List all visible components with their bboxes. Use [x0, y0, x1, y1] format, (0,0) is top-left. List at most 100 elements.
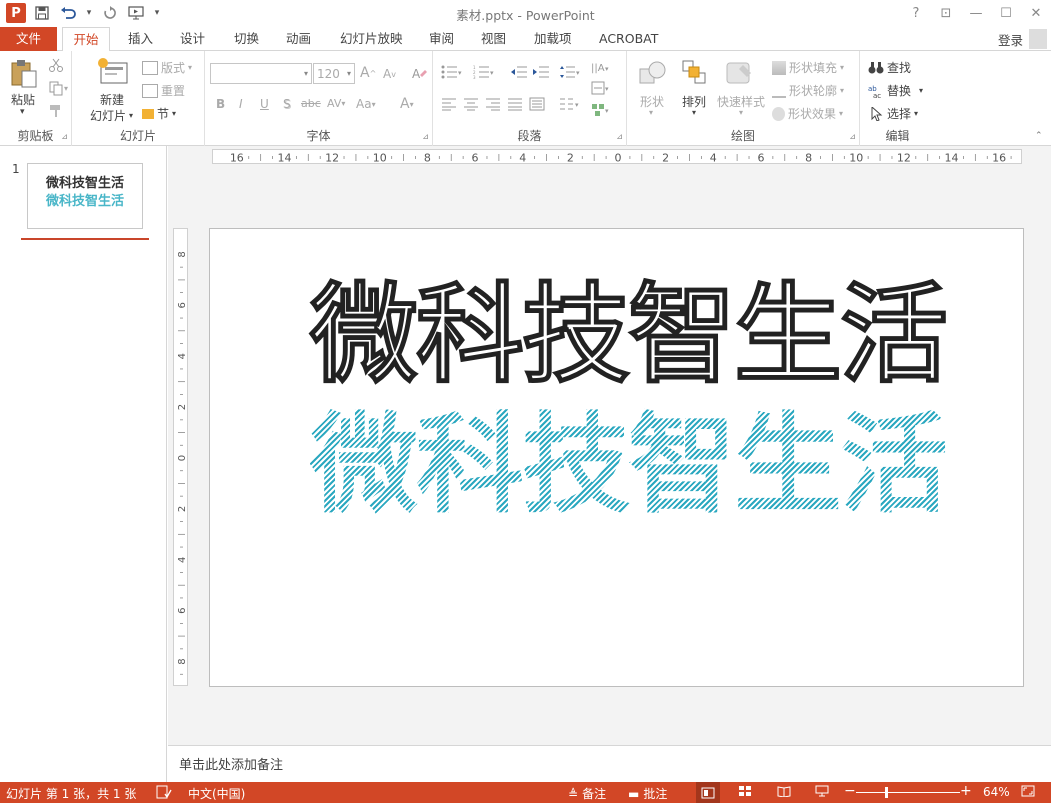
- convert-to-smartart-icon[interactable]: ▾: [591, 103, 611, 117]
- find-button[interactable]: 查找: [868, 59, 911, 76]
- font-name-combobox[interactable]: ▾: [210, 63, 312, 84]
- text-direction-icon[interactable]: ||A ▾: [591, 59, 611, 75]
- avatar[interactable]: [1029, 29, 1047, 49]
- select-button[interactable]: 选择 ▾: [868, 105, 918, 122]
- strikethrough-button[interactable]: abc: [301, 97, 321, 110]
- tab-addins[interactable]: 加载项: [526, 27, 580, 51]
- decrease-indent-icon[interactable]: [511, 65, 527, 79]
- collapse-ribbon-icon[interactable]: ⌃: [1035, 131, 1043, 141]
- layout-button[interactable]: 版式 ▾: [142, 59, 192, 76]
- close-icon[interactable]: ✕: [1021, 0, 1051, 27]
- shape-fill-button[interactable]: 形状填充 ▾: [772, 59, 844, 76]
- tab-slideshow[interactable]: 幻灯片放映: [332, 27, 411, 51]
- text-shadow-button[interactable]: S: [283, 97, 291, 111]
- align-text-icon[interactable]: ▾: [591, 81, 611, 95]
- group-clipboard: 粘贴 ▾ ▾ 剪贴板 ⊿: [0, 51, 72, 146]
- new-slide-icon[interactable]: [97, 57, 129, 87]
- paste-button[interactable]: 粘贴: [11, 91, 35, 108]
- tab-acrobat[interactable]: ACROBAT: [591, 27, 666, 51]
- tab-design[interactable]: 设计: [172, 27, 213, 51]
- spell-check-icon[interactable]: [156, 785, 172, 799]
- shape-effects-button[interactable]: 形状效果 ▾: [772, 105, 843, 122]
- paste-icon[interactable]: [10, 59, 38, 89]
- font-color-button[interactable]: A ▾: [400, 96, 414, 112]
- vertical-ruler[interactable]: 8 6 4 2 0 2 4 6 8: [173, 228, 188, 686]
- tab-insert[interactable]: 插入: [120, 27, 161, 51]
- shapes-dropdown-icon[interactable]: ▾: [649, 108, 653, 117]
- justify-icon[interactable]: [507, 97, 523, 111]
- zoom-slider-track[interactable]: [856, 792, 960, 793]
- minimize-icon[interactable]: —: [961, 0, 991, 27]
- paste-dropdown-icon[interactable]: ▾: [20, 107, 25, 117]
- replace-button[interactable]: ab ac 替换 ▾: [868, 82, 923, 99]
- new-slide-label[interactable]: 新建: [100, 91, 124, 108]
- shape-outline-button[interactable]: 形状轮廓 ▾: [772, 82, 844, 99]
- ribbon-display-options-icon[interactable]: ⊡: [931, 0, 961, 27]
- slide-canvas[interactable]: 微科技智生活 微科技智生活: [209, 228, 1024, 687]
- cut-icon[interactable]: [48, 57, 64, 73]
- slide-title-hatched-text[interactable]: 微科技智生活: [310, 406, 948, 526]
- zoom-out-button[interactable]: −: [844, 783, 856, 799]
- slide-thumbnail[interactable]: 微科技智生活 微科技智生活: [27, 163, 143, 229]
- arrange-dropdown-icon[interactable]: ▾: [692, 108, 696, 117]
- zoom-level[interactable]: 64%: [983, 785, 1010, 799]
- line-spacing-icon[interactable]: ▾: [559, 65, 581, 79]
- v-ruler-label: 6: [177, 607, 188, 613]
- tab-review[interactable]: 审阅: [421, 27, 462, 51]
- slideshow-view-icon[interactable]: [815, 785, 829, 797]
- italic-button[interactable]: I: [239, 97, 243, 111]
- help-icon[interactable]: ?: [901, 0, 931, 27]
- align-right-icon[interactable]: [485, 97, 501, 111]
- zoom-slider-thumb[interactable]: [885, 787, 888, 798]
- login-link[interactable]: 登录: [998, 30, 1023, 49]
- slide-title-outline-text[interactable]: 微科技智生活: [309, 275, 949, 396]
- notes-pane[interactable]: 单击此处添加备注: [168, 745, 1051, 782]
- notes-placeholder[interactable]: 单击此处添加备注: [179, 754, 283, 773]
- normal-view-icon[interactable]: [696, 782, 720, 803]
- font-size-combobox[interactable]: 120 ▾: [313, 63, 355, 84]
- tab-animations[interactable]: 动画: [278, 27, 319, 51]
- grow-font-icon[interactable]: A ^: [360, 65, 376, 81]
- horizontal-ruler[interactable]: 16 14 12 10 8 6 4 2 0 2 4 6 8 10 12 14 16: [212, 149, 1022, 165]
- tab-file[interactable]: 文件: [0, 27, 57, 51]
- tab-view[interactable]: 视图: [473, 27, 514, 51]
- zoom-in-button[interactable]: +: [960, 783, 972, 799]
- maximize-icon[interactable]: ☐: [991, 0, 1021, 27]
- v-ruler-label: 2: [177, 506, 188, 512]
- format-painter-icon[interactable]: [48, 103, 64, 119]
- tab-transitions[interactable]: 切换: [226, 27, 267, 51]
- reset-button[interactable]: 重置: [142, 82, 185, 99]
- comments-toggle-button[interactable]: ▬ 批注: [628, 785, 667, 802]
- clipboard-launcher-icon[interactable]: ⊿: [61, 132, 68, 141]
- columns-icon[interactable]: ▾: [559, 97, 581, 111]
- tab-home[interactable]: 开始: [62, 27, 110, 52]
- copy-icon[interactable]: ▾: [48, 80, 68, 96]
- distributed-icon[interactable]: [529, 97, 545, 111]
- underline-button[interactable]: U: [260, 97, 269, 111]
- bullets-icon[interactable]: ▾: [441, 65, 463, 79]
- new-slide-label-2[interactable]: 幻灯片 ▾: [90, 107, 133, 124]
- bold-button[interactable]: B: [216, 97, 225, 111]
- slide-sorter-view-icon[interactable]: [738, 785, 752, 797]
- font-launcher-icon[interactable]: ⊿: [422, 132, 429, 141]
- change-case-button[interactable]: Aa ▾: [356, 97, 376, 111]
- notes-toggle-button[interactable]: ≜ 备注: [568, 785, 606, 802]
- align-center-icon[interactable]: [463, 97, 479, 111]
- increase-indent-icon[interactable]: [533, 65, 549, 79]
- clear-formatting-icon[interactable]: A: [411, 65, 427, 81]
- section-button[interactable]: 节 ▾: [142, 105, 176, 122]
- arrange-icon[interactable]: [681, 59, 709, 89]
- align-left-icon[interactable]: [441, 97, 457, 111]
- numbering-icon[interactable]: 1 2 3 ▾: [473, 65, 495, 79]
- drawing-launcher-icon[interactable]: ⊿: [849, 132, 856, 141]
- language-indicator[interactable]: 中文(中国): [188, 785, 245, 802]
- quick-styles-icon[interactable]: [725, 59, 755, 89]
- reading-view-icon[interactable]: [777, 785, 791, 797]
- paragraph-launcher-icon[interactable]: ⊿: [616, 132, 623, 141]
- shapes-icon[interactable]: [638, 59, 668, 89]
- shrink-font-icon[interactable]: Av: [383, 67, 396, 81]
- quick-styles-dropdown-icon[interactable]: ▾: [739, 108, 743, 117]
- pencil-icon: [772, 84, 786, 98]
- fit-slide-to-window-icon[interactable]: [1021, 785, 1035, 797]
- character-spacing-button[interactable]: AV ▾: [327, 97, 345, 110]
